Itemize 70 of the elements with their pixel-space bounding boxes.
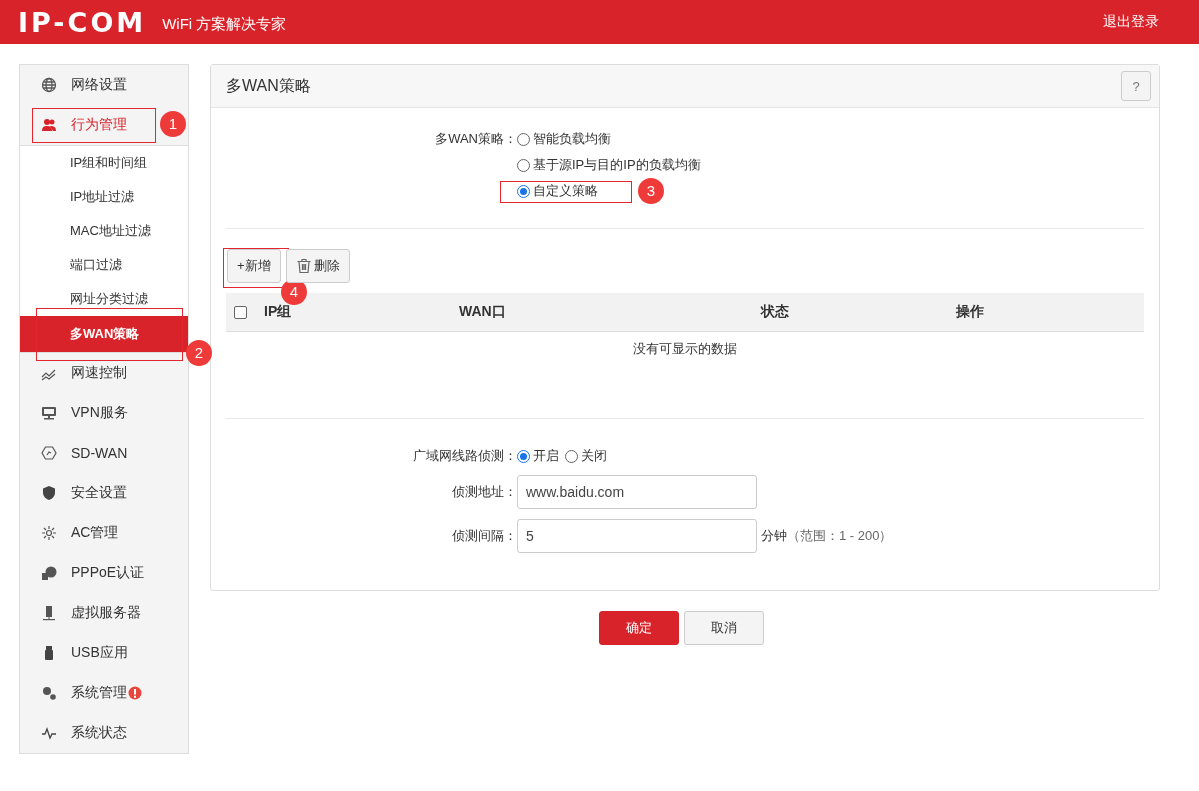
submenu-item[interactable]: MAC地址过滤 (20, 214, 188, 248)
step-badge: 1 (160, 111, 186, 137)
field-label: 侦测地址： (451, 483, 517, 501)
radio-option[interactable]: 自定义策略 (517, 182, 598, 200)
field-label: 侦测间隔： (451, 527, 517, 545)
hexagon-icon (41, 445, 57, 461)
submenu-item[interactable]: 网址分类过滤 (20, 282, 188, 316)
logo: IP-COM (18, 6, 147, 38)
sidebar-item[interactable]: 网络设置 (20, 65, 188, 105)
sidebar-item[interactable]: 系统管理 (20, 673, 188, 713)
sidebar-item[interactable]: 安全设置 (20, 473, 188, 513)
submenu-item[interactable]: IP组和时间组 (20, 146, 188, 180)
input-field[interactable]: 5 (517, 519, 757, 553)
people-icon (41, 117, 57, 133)
menu-label: 系统状态 (71, 724, 127, 742)
help-button[interactable]: ? (1121, 71, 1151, 101)
menu-label: SD-WAN (71, 445, 128, 461)
column-header: IP组 (264, 303, 293, 321)
sidebar-item[interactable]: USB应用 (20, 633, 188, 673)
cancel-button[interactable]: 取消 (683, 611, 764, 645)
sidebar-item[interactable]: 虚拟服务器 (20, 593, 188, 633)
option-label: 智能负载均衡 (533, 130, 611, 148)
step-badge: 3 (638, 178, 664, 204)
sidebar-item[interactable]: 网速控制 (20, 353, 188, 393)
step-badge: 2 (186, 340, 212, 366)
checkbox[interactable] (234, 305, 247, 319)
sidebar-item[interactable]: PPPoE认证 (20, 553, 188, 593)
submenu-item[interactable]: 多WAN策略 (20, 316, 188, 352)
menu-label: 行为管理 (71, 116, 127, 134)
column-header: 状态 (761, 303, 790, 321)
menu-label: PPPoE认证 (71, 564, 145, 582)
add-button[interactable]: +新增 (227, 249, 281, 283)
radio-option[interactable]: 开启 (517, 447, 559, 465)
radio-option[interactable]: 智能负载均衡 (517, 130, 611, 148)
column-header: WAN口 (459, 303, 507, 321)
input-field[interactable]: www.baidu.com (517, 475, 757, 509)
menu-label: 网速控制 (71, 364, 127, 382)
menu-label: 安全设置 (71, 484, 127, 502)
field-label: 广域网线路侦测： (412, 447, 517, 465)
menu-label: VPN服务 (71, 404, 128, 422)
sidebar-item[interactable]: VPN服务 (20, 393, 188, 433)
column-header: 操作 (956, 303, 985, 321)
field-label: 多WAN策略： (434, 130, 517, 148)
option-label: 关闭 (581, 447, 607, 465)
option-label: 开启 (533, 447, 559, 465)
range-hint: （范围：1 - 200） (787, 527, 893, 545)
radio-option[interactable]: 关闭 (565, 447, 607, 465)
menu-label: 网络设置 (71, 76, 127, 94)
server-icon (41, 605, 57, 621)
submenu-item[interactable]: IP地址过滤 (20, 180, 188, 214)
sidebar-item[interactable]: AC管理 (20, 513, 188, 553)
submenu-item[interactable]: 端口过滤 (20, 248, 188, 282)
logout-link[interactable]: 退出登录 (1103, 13, 1159, 31)
sidebar-item[interactable]: 系统状态 (20, 713, 188, 753)
shield-icon (41, 485, 57, 501)
menu-label: 虚拟服务器 (71, 604, 141, 622)
monitor-icon (41, 405, 57, 421)
menu-label: AC管理 (71, 524, 119, 542)
tagline: WiFi 方案解决专家 (162, 14, 287, 34)
menu-label: USB应用 (71, 644, 128, 662)
trash-icon (295, 258, 312, 274)
pulse-icon (41, 725, 57, 741)
menu-label: 系统管理 (71, 684, 127, 702)
delete-button[interactable]: 删除 (285, 249, 350, 283)
option-label: 自定义策略 (533, 182, 598, 200)
panel-title: 多WAN策略 (226, 75, 311, 96)
sidebar-item[interactable]: SD-WAN (20, 433, 188, 473)
empty-message: 没有可显示的数据 (633, 341, 737, 356)
unit-label: 分钟 (761, 527, 787, 545)
confirm-button[interactable]: 确定 (598, 611, 679, 645)
